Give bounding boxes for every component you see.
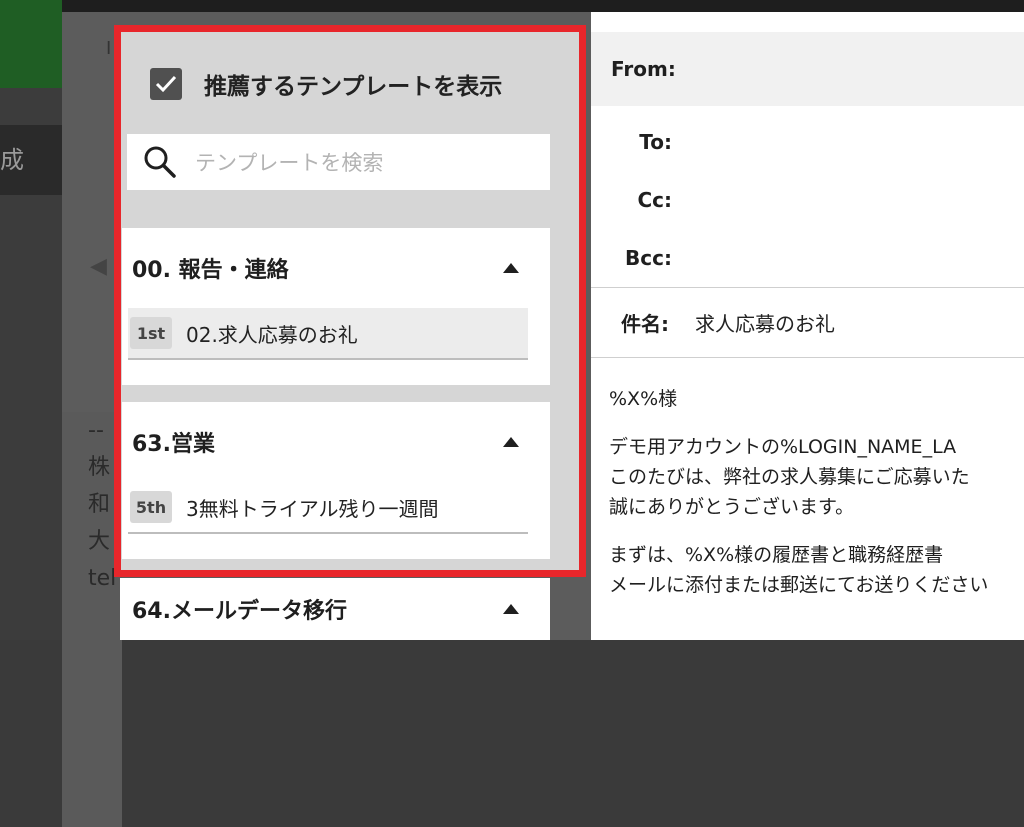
subject-label: 件名: xyxy=(621,311,669,336)
collapse-triangle-icon[interactable] xyxy=(502,436,520,448)
email-composer: From: To: Cc: Bcc: 件名: 求人応募のお礼 %X%様 デモ用ア… xyxy=(591,12,1024,640)
template-item-label: 3無料トライアル残り一週間 xyxy=(186,496,439,521)
recommend-label: 推薦するテンプレートを表示 xyxy=(204,74,503,100)
template-panel: 推薦するテンプレートを表示 テンプレートを検索 00. 報告・連絡 1st 02… xyxy=(116,28,584,573)
checkmark-icon xyxy=(155,75,177,93)
from-row[interactable]: From: xyxy=(591,32,1024,106)
signature-line: tel xyxy=(88,566,117,591)
cc-row[interactable]: Cc: xyxy=(637,180,672,220)
search-icon xyxy=(144,146,176,178)
rank-badge: 1st xyxy=(130,317,172,349)
body-line: このたびは、弊社の求人募集にご応募いた xyxy=(609,466,970,488)
bcc-label: Bcc: xyxy=(625,246,672,270)
group-header[interactable]: 00. 報告・連絡 xyxy=(122,228,550,308)
body-line: デモ用アカウントの%LOGIN_NAME_LA xyxy=(609,436,957,458)
to-label: To: xyxy=(639,130,672,154)
subject-row[interactable]: 件名: 求人応募のお礼 xyxy=(591,302,1024,342)
rank-badge: 5th xyxy=(130,491,172,523)
toolbar-fragment: I xyxy=(106,38,112,59)
search-placeholder: テンプレートを検索 xyxy=(195,151,384,175)
collapse-triangle-icon[interactable] xyxy=(502,603,520,615)
sidebar-nav-item[interactable]: 成 xyxy=(0,125,62,195)
recommend-checkbox[interactable] xyxy=(150,68,182,100)
body-paragraph: %X%様 xyxy=(609,384,1024,414)
template-group: 63.営業 5th 3無料トライアル残り一週間 xyxy=(122,402,550,559)
signature-line: 大 xyxy=(88,529,111,554)
template-item[interactable]: 5th 3無料トライアル残り一週間 xyxy=(128,482,528,534)
body-line: %X%様 xyxy=(609,388,678,410)
body-line: メールに添付または郵送にてお送りください xyxy=(609,574,989,596)
body-line: まずは、%X%様の履歴書と職務経歴書 xyxy=(609,544,944,566)
top-bar xyxy=(0,0,1024,12)
template-group[interactable]: 64.メールデータ移行 xyxy=(120,578,550,640)
signature-line: 和 xyxy=(88,492,111,517)
from-label: From: xyxy=(611,57,676,81)
cc-label: Cc: xyxy=(637,188,672,212)
body-line: 誠にありがとうございます。 xyxy=(609,496,855,518)
group-header[interactable]: 63.営業 xyxy=(122,402,550,482)
divider xyxy=(591,357,1024,358)
bcc-row[interactable]: Bcc: xyxy=(625,238,672,278)
body-paragraph: デモ用アカウントの%LOGIN_NAME_LA このたびは、弊社の求人募集にご応… xyxy=(609,432,1024,522)
template-item-label: 02.求人応募のお礼 xyxy=(186,322,358,347)
signature-line: 株 xyxy=(88,455,111,480)
template-search-input[interactable]: テンプレートを検索 xyxy=(127,134,550,190)
to-row[interactable]: To: xyxy=(639,122,672,162)
body-paragraph: まずは、%X%様の履歴書と職務経歴書 メールに添付または郵送にてお送りください xyxy=(609,540,1024,600)
recommend-toggle[interactable]: 推薦するテンプレートを表示 xyxy=(150,66,502,102)
subject-value[interactable]: 求人応募のお礼 xyxy=(695,308,835,337)
template-item[interactable]: 1st 02.求人応募のお礼 xyxy=(128,308,528,360)
sidebar-nav-label: 成 xyxy=(0,146,24,174)
brand-bar xyxy=(0,0,62,88)
back-arrow-icon[interactable]: ◀ xyxy=(90,254,107,279)
divider xyxy=(591,287,1024,288)
collapse-triangle-icon[interactable] xyxy=(502,262,520,274)
group-title: 00. 報告・連絡 xyxy=(132,258,289,283)
signature-preview: -- 株 和 大 tel xyxy=(62,412,122,827)
email-body[interactable]: %X%様 デモ用アカウントの%LOGIN_NAME_LA このたびは、弊社の求人… xyxy=(609,384,1024,618)
template-group: 00. 報告・連絡 1st 02.求人応募のお礼 xyxy=(122,228,550,385)
signature-line: -- xyxy=(88,418,104,443)
group-title: 64.メールデータ移行 xyxy=(132,599,347,624)
group-title: 63.営業 xyxy=(132,432,215,457)
